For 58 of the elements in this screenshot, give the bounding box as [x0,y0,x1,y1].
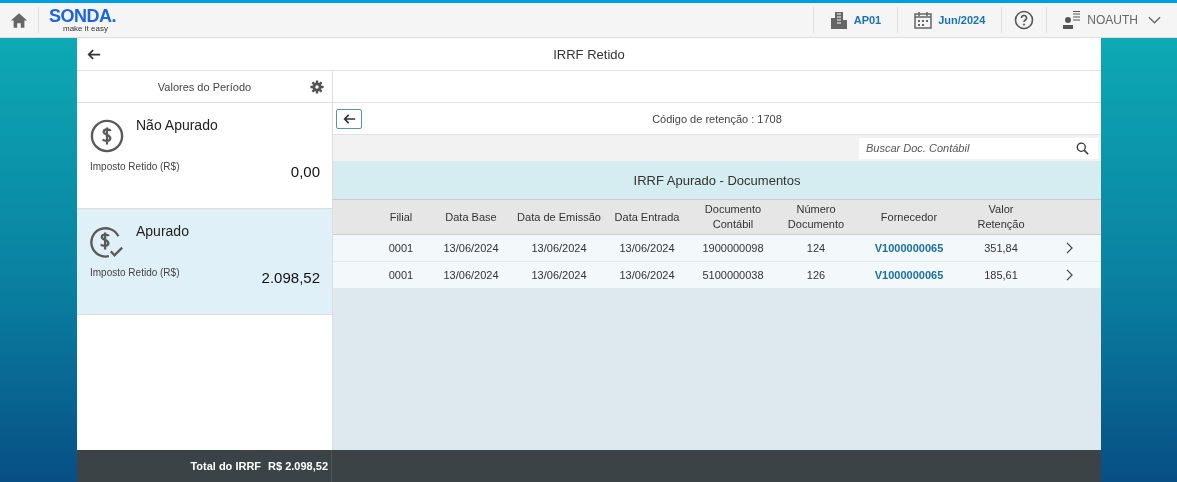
back-arrow-icon [342,113,356,124]
logo-text: SONDA. [49,7,116,25]
table-cell-text: 124 [805,242,827,254]
retention-code: Código de retenção : 1708 [651,112,783,125]
card-title: Apurado [136,223,189,239]
column-header: Data de Emissão [516,209,602,225]
total-label: Total do IRRF [190,460,262,472]
logo-tagline: make it easy [63,25,108,33]
home-icon[interactable] [10,11,28,29]
dollar-coin-icon [90,119,124,153]
table-cell-text: 13/06/2024 [530,269,588,281]
search-field[interactable]: Buscar Doc. Contábil [859,137,1098,159]
chevron-right-icon[interactable] [1065,269,1073,281]
card-label: Imposto Retido (R$) [90,267,180,280]
table-cell-text: 13/06/2024 [442,242,500,254]
table-cell-text: 13/06/2024 [530,242,588,254]
settings-icon[interactable] [310,80,324,94]
table-cell-text: 13/06/2024 [442,269,500,281]
card-value: 2.098,52 [261,269,320,286]
calendar-icon [914,11,933,29]
column-header: Número Documento [786,202,846,232]
supplier-link[interactable]: V1000000065 [853,269,965,281]
building-icon [829,11,848,29]
dollar-check-icon [90,225,124,259]
table-cell-text: 126 [805,269,827,281]
card-value: 0,00 [290,163,320,180]
column-header: Filial [388,209,414,225]
table-cell-text: 13/06/2024 [618,269,676,281]
column-header: Valor Retenção [976,202,1026,232]
column-header: Documento Contábil [703,202,763,232]
column-header: Data Entrada [613,209,681,225]
column-header: Data Base [444,209,498,225]
company-button[interactable]: AP01 [813,3,898,37]
table-cell-text: 185,61 [983,269,1019,281]
table-cell-text: 1900000098 [701,242,765,254]
table-cell-text: 0001 [387,269,415,281]
chevron-down-icon [1148,16,1161,24]
table-cell-text: 0001 [387,242,415,254]
help-icon[interactable] [1014,10,1035,30]
user-icon [1063,11,1082,29]
table-cell-text: 5100000038 [701,269,765,281]
table-title: IRRF Apurado - Documentos [633,172,801,188]
card-label: Imposto Retido (R$) [90,161,180,174]
chevron-right-icon[interactable] [1065,242,1073,254]
table-cell-text: 13/06/2024 [618,242,676,254]
page-title: IRRF Retido [552,46,626,62]
period-button[interactable]: Jun/2024 [898,3,1002,37]
summary-card[interactable]: Apurado Imposto Retido (R$) 2.098,52 [77,209,332,315]
supplier-link[interactable]: V1000000065 [853,242,965,254]
total-value: R$ 2.098,52 [268,460,328,472]
table-cell-text: 351,84 [983,242,1019,254]
back-button[interactable] [336,108,362,129]
search-icon [1076,141,1089,155]
sidebar-title: Valores do Período [157,80,252,93]
user-menu[interactable]: NOAUTH [1047,3,1177,37]
back-arrow-icon[interactable] [87,48,101,60]
card-title: Não Apurado [136,117,218,133]
column-header: Fornecedor [879,209,939,225]
